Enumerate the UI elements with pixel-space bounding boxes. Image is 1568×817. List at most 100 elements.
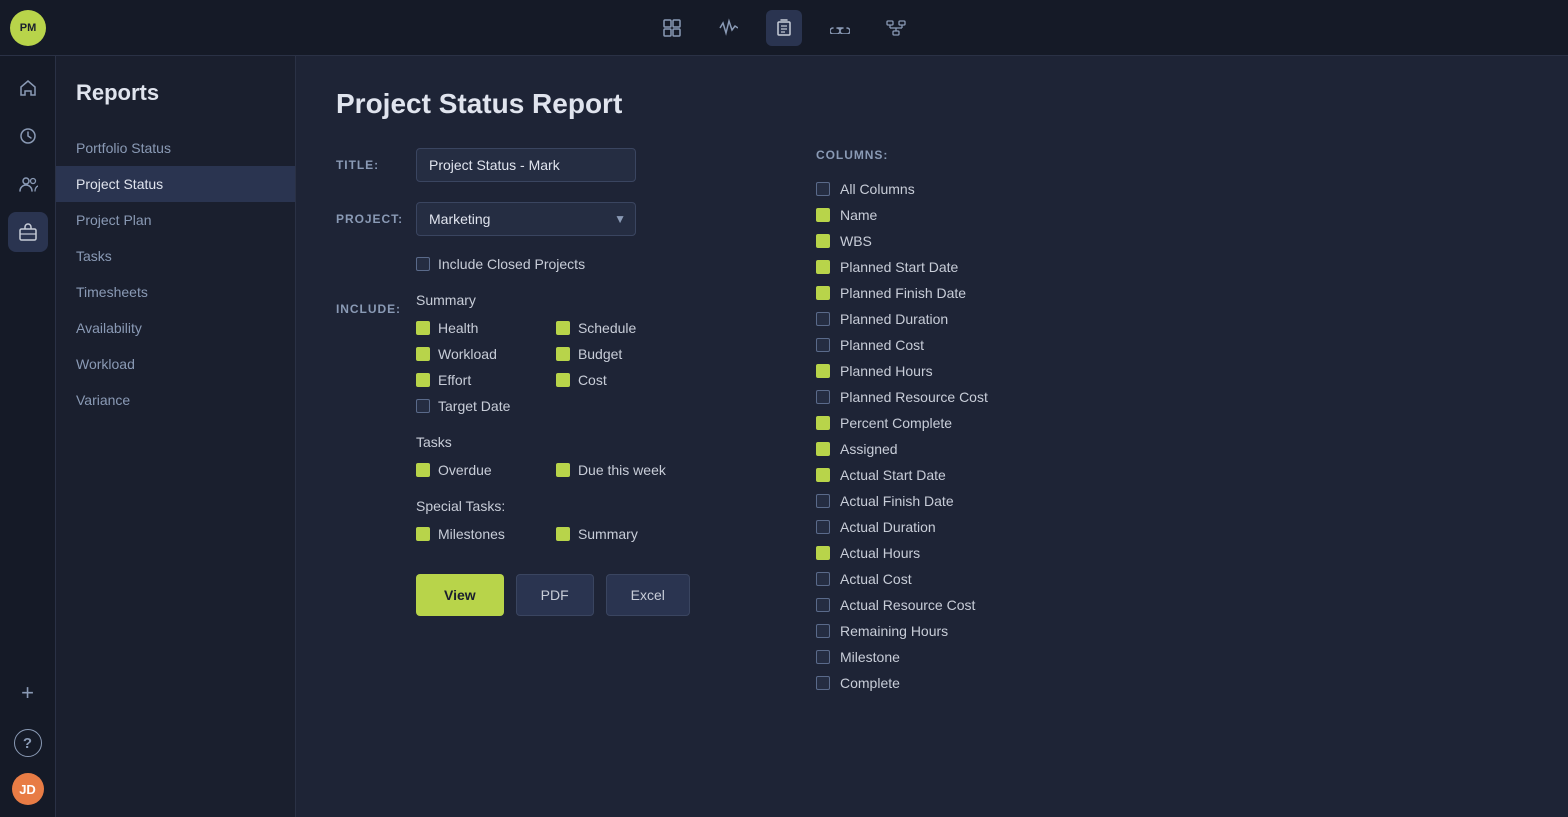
col-actual-duration: Actual Duration [816,514,1520,540]
budget-checkbox[interactable] [556,347,570,361]
project-select[interactable]: Marketing All Projects Development Desig… [416,202,636,236]
effort-checkbox[interactable] [416,373,430,387]
include-closed-label: Include Closed Projects [438,256,585,272]
due-this-week-item: Due this week [556,462,666,478]
health-item: Health [416,320,526,336]
health-checkbox[interactable] [416,321,430,335]
col-name: Name [816,202,1520,228]
all-columns-checkbox[interactable] [816,182,830,196]
planned-hours-checkbox[interactable] [816,364,830,378]
col-assigned: Assigned [816,436,1520,462]
sidebar-item-timesheets[interactable]: Timesheets [56,274,295,310]
view-button[interactable]: View [416,574,504,616]
overdue-checkbox[interactable] [416,463,430,477]
wbs-checkbox[interactable] [816,234,830,248]
project-label: PROJECT: [336,202,416,226]
planned-resource-cost-checkbox[interactable] [816,390,830,404]
search-zoom-icon[interactable] [654,10,690,46]
people-nav-icon[interactable] [8,164,48,204]
remaining-hours-label: Remaining Hours [840,623,948,639]
complete-checkbox[interactable] [816,676,830,690]
sidebar-item-variance[interactable]: Variance [56,382,295,418]
sidebar-item-project-plan[interactable]: Project Plan [56,202,295,238]
sidebar-item-tasks[interactable]: Tasks [56,238,295,274]
briefcase-nav-icon[interactable] [8,212,48,252]
clock-nav-icon[interactable] [8,116,48,156]
workload-checkbox[interactable] [416,347,430,361]
col-planned-start: Planned Start Date [816,254,1520,280]
actual-start-label: Actual Start Date [840,467,946,483]
actual-duration-checkbox[interactable] [816,520,830,534]
sidebar-title: Reports [56,80,295,130]
milestone-label: Milestone [840,649,900,665]
overdue-item: Overdue [416,462,526,478]
milestone-checkbox[interactable] [816,650,830,664]
actual-resource-cost-checkbox[interactable] [816,598,830,612]
clipboard-icon[interactable] [766,10,802,46]
planned-start-checkbox[interactable] [816,260,830,274]
columns-header: COLUMNS: [816,148,1528,162]
help-icon[interactable]: ? [14,729,42,757]
cost-checkbox[interactable] [556,373,570,387]
user-avatar[interactable]: JD [12,773,44,805]
summary-section-label: Summary [416,292,666,308]
name-label: Name [840,207,877,223]
milestones-checkbox[interactable] [416,527,430,541]
remaining-hours-checkbox[interactable] [816,624,830,638]
sidebar-item-project-status[interactable]: Project Status [56,166,295,202]
budget-item: Budget [556,346,666,362]
name-checkbox[interactable] [816,208,830,222]
sidebar-item-availability[interactable]: Availability [56,310,295,346]
actual-finish-label: Actual Finish Date [840,493,954,509]
actual-duration-label: Actual Duration [840,519,936,535]
planned-duration-checkbox[interactable] [816,312,830,326]
actual-hours-checkbox[interactable] [816,546,830,560]
excel-button[interactable]: Excel [606,574,690,616]
effort-item: Effort [416,372,526,388]
include-closed-checkbox[interactable] [416,257,430,271]
planned-finish-label: Planned Finish Date [840,285,966,301]
home-nav-icon[interactable] [8,68,48,108]
percent-complete-checkbox[interactable] [816,416,830,430]
pm-logo[interactable]: PM [10,10,46,46]
budget-label: Budget [578,346,622,362]
target-date-checkbox[interactable] [416,399,430,413]
planned-start-label: Planned Start Date [840,259,958,275]
col-actual-cost: Actual Cost [816,566,1520,592]
waveform-icon[interactable] [710,10,746,46]
col-actual-resource-cost: Actual Resource Cost [816,592,1520,618]
assigned-checkbox[interactable] [816,442,830,456]
pdf-button[interactable]: PDF [516,574,594,616]
target-date-label: Target Date [438,398,510,414]
complete-label: Complete [840,675,900,691]
col-percent-complete: Percent Complete [816,410,1520,436]
milestones-item: Milestones [416,526,526,542]
summary-special-label: Summary [578,526,638,542]
health-label: Health [438,320,478,336]
actual-start-checkbox[interactable] [816,468,830,482]
summary-special-checkbox[interactable] [556,527,570,541]
title-input[interactable] [416,148,636,182]
col-complete: Complete [816,670,1520,696]
structure-icon[interactable] [878,10,914,46]
due-this-week-checkbox[interactable] [556,463,570,477]
planned-cost-checkbox[interactable] [816,338,830,352]
link-icon[interactable] [822,10,858,46]
add-project-icon[interactable]: + [8,673,48,713]
workload-label: Workload [438,346,497,362]
tasks-section-label: Tasks [416,434,666,450]
sidebar-item-portfolio[interactable]: Portfolio Status [56,130,295,166]
actual-cost-checkbox[interactable] [816,572,830,586]
milestones-label: Milestones [438,526,505,542]
actual-hours-label: Actual Hours [840,545,920,561]
columns-scroll-area[interactable]: All Columns Name WBS Planned Start Date [816,176,1528,696]
special-tasks-section-label: Special Tasks: [416,498,666,514]
col-planned-hours: Planned Hours [816,358,1520,384]
schedule-checkbox[interactable] [556,321,570,335]
page-title: Project Status Report [336,88,1528,120]
planned-duration-label: Planned Duration [840,311,948,327]
planned-finish-checkbox[interactable] [816,286,830,300]
actual-finish-checkbox[interactable] [816,494,830,508]
effort-label: Effort [438,372,471,388]
sidebar-item-workload[interactable]: Workload [56,346,295,382]
